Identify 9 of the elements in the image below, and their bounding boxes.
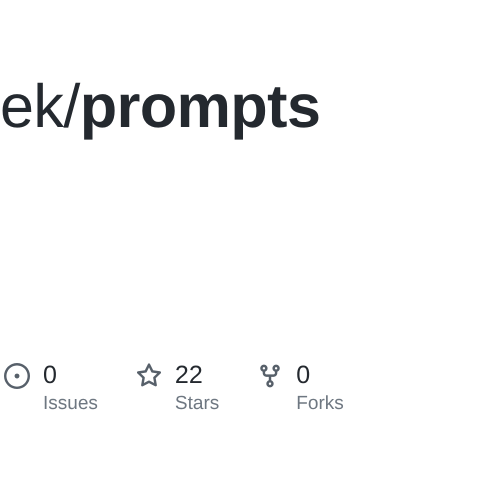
stat-label: Stars — [174, 392, 220, 416]
stat-count: 0 — [43, 360, 58, 390]
stat-label: Forks — [296, 392, 344, 416]
issue-icon — [4, 363, 30, 390]
stat-label: Issues — [43, 392, 98, 416]
star-icon — [136, 363, 162, 390]
stat-count: 22 — [174, 360, 204, 390]
repository-title: ek/prompts — [0, 72, 320, 140]
stat-count: 0 — [296, 360, 312, 390]
